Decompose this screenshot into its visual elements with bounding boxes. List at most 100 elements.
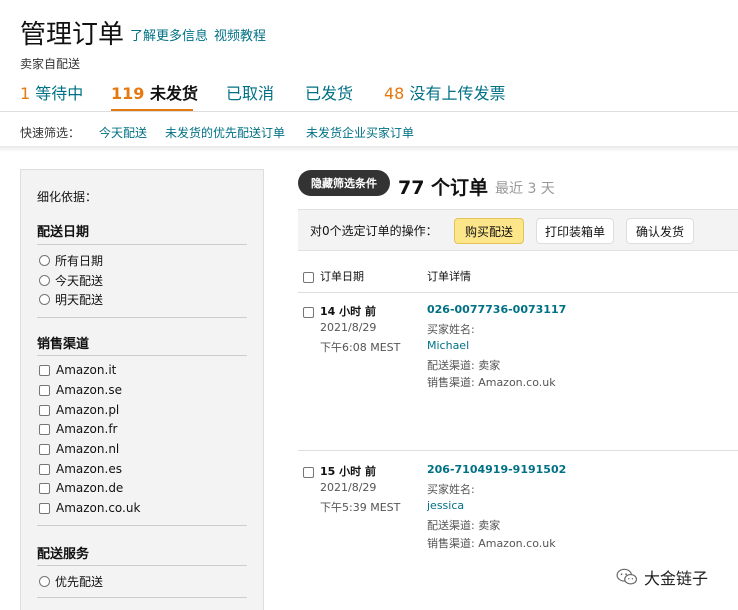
checkbox[interactable]	[303, 467, 314, 478]
radio-button[interactable]	[39, 294, 50, 305]
tab-shipped[interactable]: 已发货	[305, 80, 353, 104]
tab-label: 等待中	[30, 84, 84, 103]
video-tutorial-link[interactable]: 视频教程	[214, 25, 266, 44]
divider	[37, 525, 247, 526]
checkbox[interactable]	[39, 404, 50, 416]
buy-shipping-button[interactable]: 购买配送	[454, 218, 524, 244]
hide-filters-button[interactable]: 隐藏筛选条件	[298, 170, 390, 196]
checkbox-amazon-co-uk[interactable]: Amazon.co.uk	[39, 501, 140, 515]
quick-filter-label: 快速筛选：	[20, 126, 81, 140]
bulk-action-bar: 对0个选定订单的操作： 购买配送 打印装箱单 确认发货	[298, 209, 738, 251]
quick-filter-shadow	[0, 146, 738, 152]
order-time: 下午6:08 MEST	[320, 341, 401, 354]
learn-more-link[interactable]: 了解更多信息	[130, 25, 208, 44]
option-label: Amazon.it	[56, 363, 117, 377]
divider	[37, 355, 247, 356]
checkbox-amazon-it[interactable]: Amazon.it	[39, 363, 116, 377]
checkbox-amazon-de[interactable]: Amazon.de	[39, 481, 123, 495]
table-header-divider	[298, 292, 738, 293]
divider	[37, 597, 247, 598]
tab-count: 1	[20, 84, 31, 103]
tabs-divider	[0, 111, 738, 112]
checkbox[interactable]	[303, 272, 314, 283]
checkbox[interactable]	[39, 463, 50, 475]
sales-channel: 销售渠道: Amazon.co.uk	[427, 537, 556, 550]
fulfillment-channel: 配送渠道: 卖家	[427, 359, 501, 372]
filter-sidebar: 细化依据： 配送日期 所有日期 今天配送 明天配送 销售渠道 Amazon.it…	[20, 169, 264, 610]
checkbox-amazon-fr[interactable]: Amazon.fr	[39, 422, 117, 436]
page-title: 管理订单	[20, 20, 125, 50]
divider	[37, 244, 247, 245]
option-label: Amazon.nl	[56, 442, 120, 456]
radio-tomorrow[interactable]: 明天配送	[39, 291, 103, 308]
tab-label: 已取消	[226, 84, 275, 103]
order-relative-time: 15 小时 前	[320, 465, 376, 478]
tab-label: 未发货	[144, 84, 198, 103]
radio-priority-delivery[interactable]: 优先配送	[39, 573, 103, 590]
radio-button[interactable]	[39, 255, 50, 266]
watermark-text: 大金链子	[644, 569, 709, 588]
row-checkbox[interactable]	[303, 463, 320, 482]
delivery-service-heading: 配送服务	[37, 547, 90, 562]
orders-range: 最近 3 天	[495, 181, 555, 197]
order-date: 2021/8/29	[320, 481, 377, 494]
checkbox-amazon-pl[interactable]: Amazon.pl	[39, 403, 119, 417]
radio-button[interactable]	[39, 275, 50, 286]
checkbox-amazon-se[interactable]: Amazon.se	[39, 383, 122, 397]
option-label: 明天配送	[55, 293, 104, 307]
orders-count: 77 个订单	[398, 177, 489, 199]
col-order-date[interactable]: 订单日期	[320, 268, 364, 284]
tab-cancelled[interactable]: 已取消	[226, 80, 274, 104]
fulfillment-channel: 配送渠道: 卖家	[427, 519, 501, 532]
option-label: Amazon.co.uk	[56, 501, 141, 515]
watermark: 大金链子	[616, 565, 708, 589]
checkbox-amazon-es[interactable]: Amazon.es	[39, 462, 122, 476]
wechat-icon	[616, 568, 638, 585]
print-packing-slip-button[interactable]: 打印装箱单	[536, 218, 614, 244]
checkbox[interactable]	[303, 307, 314, 318]
option-label: Amazon.fr	[56, 422, 118, 436]
select-all-checkbox[interactable]	[303, 268, 320, 287]
order-time: 下午5:39 MEST	[320, 501, 401, 514]
order-id-link[interactable]: 026-0077736-0073117	[427, 303, 566, 316]
checkbox[interactable]	[39, 482, 50, 494]
checkbox[interactable]	[39, 502, 50, 514]
sales-channel-heading: 销售渠道	[37, 337, 90, 352]
bulk-action-label: 对0个选定订单的操作：	[310, 224, 438, 238]
tab-unshipped[interactable]: 119 未发货	[111, 80, 198, 104]
divider	[37, 565, 247, 566]
checkbox[interactable]	[39, 384, 50, 396]
radio-today[interactable]: 今天配送	[39, 272, 103, 289]
col-order-details: 订单详情	[427, 270, 471, 283]
order-date: 2021/8/29	[320, 321, 377, 334]
tab-pending[interactable]: 1 等待中	[20, 80, 83, 104]
fulfillment-subtitle: 卖家自配送	[20, 57, 81, 71]
divider	[37, 317, 247, 318]
checkbox[interactable]	[39, 364, 50, 376]
buyer-label: 买家姓名:	[427, 323, 475, 336]
buyer-name-link[interactable]: Michael	[427, 339, 469, 352]
option-label: Amazon.pl	[56, 403, 120, 417]
checkbox-amazon-nl[interactable]: Amazon.nl	[39, 442, 119, 456]
quick-filter-today[interactable]: 今天配送	[99, 124, 147, 141]
option-label: Amazon.se	[56, 383, 122, 397]
radio-button[interactable]	[39, 576, 50, 587]
confirm-shipment-button[interactable]: 确认发货	[626, 218, 694, 244]
order-id-link[interactable]: 206-7104919-9191502	[427, 463, 566, 476]
tab-no-invoice[interactable]: 48 没有上传发票	[384, 80, 505, 104]
buyer-label: 买家姓名:	[427, 483, 475, 496]
checkbox[interactable]	[39, 443, 50, 455]
row-checkbox[interactable]	[303, 303, 320, 322]
radio-all-dates[interactable]: 所有日期	[39, 252, 103, 269]
quick-filter-priority-unshipped[interactable]: 未发货的优先配送订单	[165, 124, 285, 141]
tab-count: 119	[111, 84, 145, 103]
quick-filter-business-unshipped[interactable]: 未发货企业买家订单	[306, 124, 414, 141]
option-label: Amazon.de	[56, 481, 124, 495]
refine-label: 细化依据：	[37, 190, 98, 204]
buyer-name-link[interactable]: jessica	[427, 499, 464, 512]
tab-label: 没有上传发票	[404, 84, 506, 103]
option-label: Amazon.es	[56, 462, 122, 476]
checkbox[interactable]	[39, 423, 50, 435]
delivery-date-heading: 配送日期	[37, 225, 90, 240]
tab-label: 已发货	[305, 84, 354, 103]
